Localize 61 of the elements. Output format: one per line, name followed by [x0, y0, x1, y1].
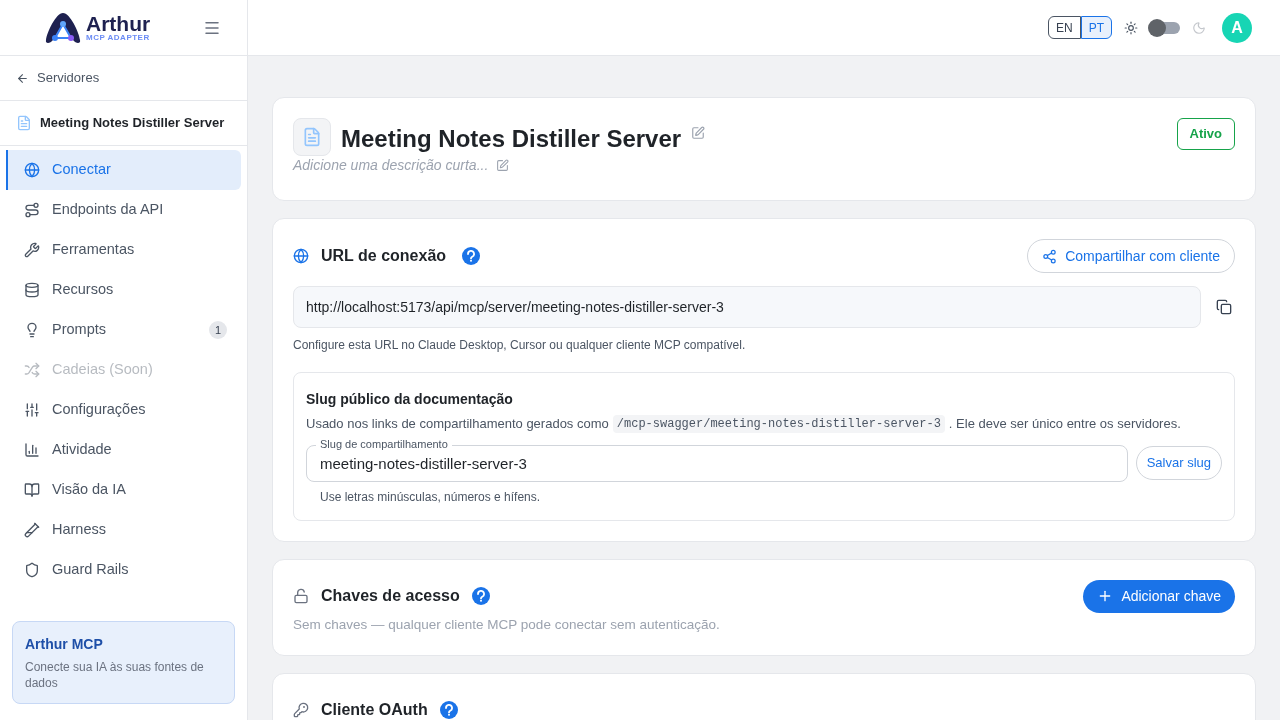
slug-title: Slug público da documentação — [306, 390, 514, 409]
nav-item[interactable]: Endpoints da API — [6, 190, 241, 230]
lightbulb-icon — [24, 322, 40, 338]
logo-icon — [44, 11, 82, 44]
url-field[interactable]: http://localhost:5173/api/mcp/server/meeting-notes-distiller-server-3 — [293, 286, 1201, 328]
test-tube-icon — [24, 522, 40, 538]
sliders-icon — [24, 402, 40, 418]
help-icon[interactable] — [471, 587, 490, 605]
shield-icon — [24, 562, 40, 578]
section-title: Chaves de acesso — [321, 586, 460, 606]
help-icon[interactable] — [462, 247, 481, 265]
nav-item[interactable]: Harness — [6, 510, 241, 550]
server-title: Meeting Notes Distiller Server — [341, 124, 682, 154]
slug-hint: Use letras minúsculas, números e hífens. — [320, 488, 542, 506]
promo-text: Conecte sua IA às suas fontes de dados — [25, 659, 205, 691]
section-title: URL de conexão — [321, 246, 447, 266]
key-icon — [293, 701, 309, 718]
nav-item[interactable]: Guard Rails — [6, 550, 241, 590]
sun-icon — [1124, 20, 1138, 35]
share-icon — [1042, 248, 1058, 264]
unlocked-padlock-icon — [293, 588, 309, 604]
slug-path: /mcp-swagger/meeting-notes-distiller-server-3 — [612, 414, 945, 433]
theme-switch[interactable] — [1150, 21, 1180, 34]
brand-name: Arthur — [86, 13, 151, 34]
section-title: Cliente OAuth — [321, 699, 428, 720]
count-badge: 1 — [209, 321, 227, 339]
server-name: Meeting Notes Distiller Server — [40, 114, 225, 133]
nav-item[interactable]: Prompts 1 — [6, 310, 241, 350]
slug-description-text: . Ele deve ser único entre os servidores. — [948, 415, 1181, 433]
brand-tagline: MCP ADAPTER — [86, 34, 151, 42]
bar-chart-icon — [24, 442, 40, 458]
database-icon — [24, 282, 40, 298]
edit-icon[interactable] — [691, 126, 706, 140]
status-badge: Ativo — [1176, 118, 1235, 150]
globe-icon — [293, 248, 309, 264]
shuffle-icon — [24, 362, 40, 378]
wrench-icon — [24, 242, 40, 258]
document-icon — [293, 118, 331, 156]
slug-description-text: Usado nos links de compartilhamento gerados como — [306, 415, 609, 433]
globe-icon — [24, 162, 40, 178]
edit-icon[interactable] — [496, 159, 510, 172]
route-icon — [24, 202, 40, 218]
add-key-button[interactable]: Adicionar chave — [1083, 579, 1235, 613]
empty-keys-text: Sem chaves — qualquer cliente MCP pode conectar sem autenticação. — [293, 615, 721, 634]
language-toggle[interactable]: PT — [1080, 16, 1112, 39]
document-icon — [16, 115, 32, 131]
back-link[interactable]: Servidores — [16, 68, 100, 88]
help-icon[interactable] — [439, 700, 458, 719]
back-arrow-icon — [16, 71, 29, 85]
nav-item[interactable]: Recursos — [6, 270, 241, 310]
connection-hint: Configure esta URL no Claude Desktop, Cursor ou qualquer cliente MCP compatível. — [293, 337, 747, 354]
moon-icon — [1192, 20, 1206, 35]
copy-icon[interactable] — [1216, 299, 1232, 315]
book-icon — [24, 482, 40, 498]
nav-item[interactable]: Atividade — [6, 430, 241, 470]
nav-item[interactable]: Configurações — [6, 390, 241, 430]
nav-item[interactable]: Visão da IA — [6, 470, 241, 510]
nav-item[interactable]: Conectar — [6, 150, 241, 190]
promo-title: Arthur MCP — [25, 635, 104, 654]
language-toggle[interactable]: EN — [1048, 16, 1081, 39]
nav-item[interactable]: Ferramentas — [6, 230, 241, 270]
